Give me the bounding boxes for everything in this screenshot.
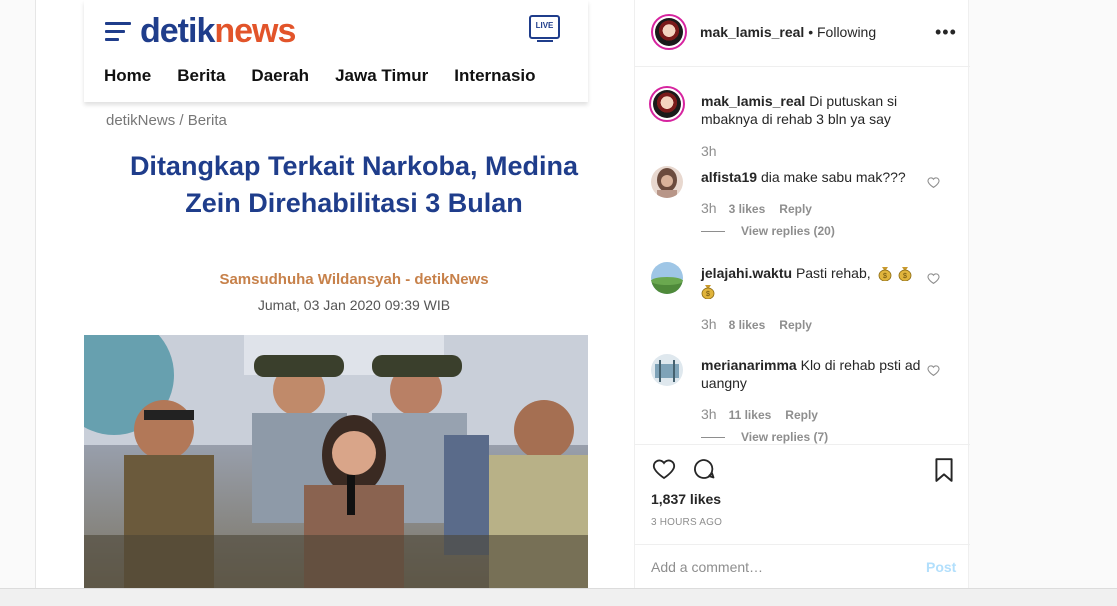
live-tv-icon: LIVE <box>529 15 560 42</box>
nav-item: Home <box>104 66 152 85</box>
post-author-username[interactable]: mak_lamis_real <box>700 24 804 40</box>
hamburger-menu-icon <box>105 22 131 42</box>
commenter-avatar[interactable] <box>651 166 683 198</box>
heart-icon[interactable] <box>927 176 940 189</box>
comment-username[interactable]: alfista19 <box>701 169 757 185</box>
reply-button[interactable]: Reply <box>785 408 818 422</box>
comment-text: merianarimma Klo di rehab psti ad uangny <box>701 356 921 392</box>
detiknews-logo: detiknews <box>140 12 296 50</box>
comment-time: 3h <box>701 406 717 422</box>
comment-time: 3h <box>701 316 717 332</box>
post-image[interactable]: detiknews LIVE Home Berita Daerah Jawa Timu… <box>35 0 635 588</box>
article-date: Jumat, 03 Jan 2020 09:39 WIB <box>257 297 451 313</box>
article-breadcrumb: detikNews / Berita <box>106 112 227 129</box>
heart-icon[interactable] <box>651 457 677 481</box>
post-author: mak_lamis_real • Following <box>700 24 876 40</box>
svg-text:$: $ <box>706 291 710 298</box>
comment-likes[interactable]: 3 likes <box>729 202 766 216</box>
comment-likes[interactable]: 11 likes <box>729 408 772 422</box>
likes-count[interactable]: 1,837 likes <box>651 491 721 507</box>
user-avatar[interactable] <box>651 14 687 50</box>
add-comment-box: Add a comment… Post <box>635 544 970 588</box>
heart-icon[interactable] <box>927 272 940 285</box>
nav-item: Internasio <box>454 66 536 85</box>
comment-username[interactable]: merianarimma <box>701 357 797 373</box>
instagram-post-view: detiknews LIVE Home Berita Daerah Jawa Timu… <box>0 0 1117 606</box>
post-comment-button[interactable]: Post <box>926 559 956 575</box>
post-timestamp: 3 HOURS AGO <box>651 517 723 528</box>
nav-item: Jawa Timur <box>335 66 429 85</box>
commenter-avatar[interactable] <box>651 354 683 386</box>
post-header: mak_lamis_real • Following ••• <box>635 0 970 67</box>
post-details-panel: mak_lamis_real • Following ••• mak_lamis… <box>634 0 970 588</box>
article-header: detiknews LIVE Home Berita Daerah Jawa Timu… <box>84 0 588 102</box>
nav-item: Berita <box>177 66 226 85</box>
comment-meta: 3h 8 likes Reply <box>701 316 812 332</box>
follow-status[interactable]: • Following <box>808 24 876 40</box>
comments-list[interactable]: mak_lamis_real Di putuskan si mbaknya di… <box>635 68 970 444</box>
reply-button[interactable]: Reply <box>779 318 812 332</box>
comment-meta: 3h 11 likes Reply <box>701 406 818 422</box>
caption-text: mak_lamis_real Di putuskan si mbaknya di… <box>701 92 921 128</box>
svg-text:$: $ <box>883 273 887 280</box>
post-actions: 1,837 likes 3 HOURS AGO <box>635 444 970 544</box>
comment-body: dia make sabu mak??? <box>760 169 906 185</box>
caption-username[interactable]: mak_lamis_real <box>701 93 805 109</box>
press-conference-photo <box>84 335 588 588</box>
more-options-icon[interactable]: ••• <box>935 22 957 43</box>
money-bag-emoji: $ <box>701 285 715 299</box>
comment-meta: 3h 3 likes Reply <box>701 200 812 216</box>
caption-time: 3h <box>701 143 717 159</box>
commenter-avatar[interactable] <box>651 262 683 294</box>
article-nav: Home Berita Daerah Jawa Timur Internasio <box>104 66 580 86</box>
view-replies-button[interactable]: View replies (20) <box>701 224 835 238</box>
window-bottom-edge <box>0 588 1117 606</box>
article-headline: Ditangkap Terkait Narkoba, Medina Zein D… <box>129 151 579 218</box>
comment-body: Pasti rehab, <box>795 265 871 281</box>
bookmark-icon[interactable] <box>933 457 955 483</box>
comment-text: alfista19 dia make sabu mak??? <box>701 168 921 186</box>
caption-avatar[interactable] <box>649 86 685 122</box>
heart-icon[interactable] <box>927 364 940 377</box>
view-replies-button[interactable]: View replies (7) <box>701 430 828 444</box>
comment-input[interactable]: Add a comment… <box>651 559 763 575</box>
comment-time: 3h <box>701 200 717 216</box>
comment-username[interactable]: jelajahi.waktu <box>701 265 792 281</box>
money-bag-emoji: $ <box>878 267 891 281</box>
money-bag-emoji: $ <box>899 267 912 281</box>
reply-button[interactable]: Reply <box>779 202 812 216</box>
comment-icon[interactable] <box>691 457 717 481</box>
article-author: Samsudhuha Wildansyah - detikNews <box>219 271 489 288</box>
comment-text: jelajahi.waktu Pasti rehab, $ $ $ <box>701 264 921 300</box>
caption-meta: 3h <box>701 143 729 159</box>
nav-item: Daerah <box>251 66 310 85</box>
comment-likes[interactable]: 8 likes <box>729 318 766 332</box>
svg-text:$: $ <box>903 273 907 280</box>
